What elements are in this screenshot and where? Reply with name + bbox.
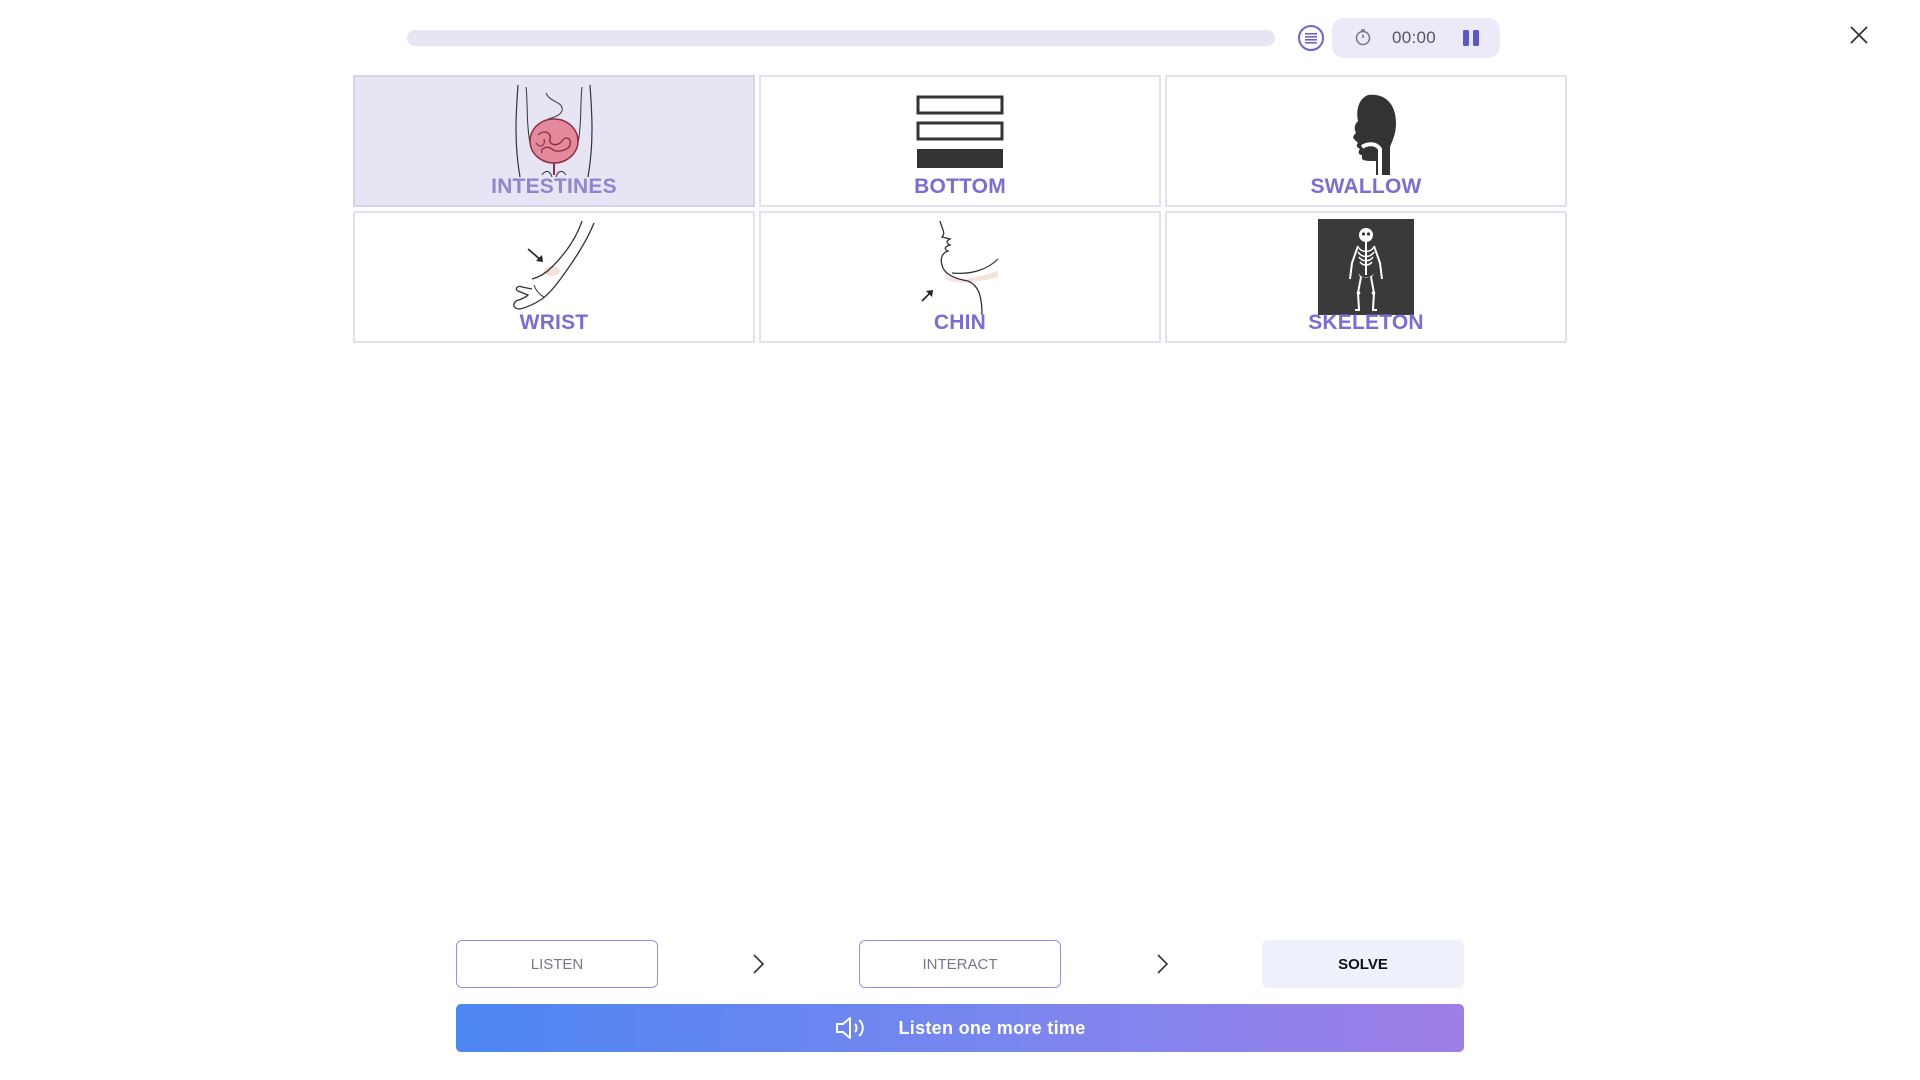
skeleton-icon: [1316, 219, 1416, 315]
pause-button[interactable]: [1460, 28, 1482, 48]
list-icon: [1305, 33, 1317, 44]
timer: 00:00: [1332, 18, 1500, 58]
card-intestines[interactable]: INTESTINES: [353, 75, 755, 207]
card-label: SKELETON: [1308, 311, 1424, 334]
card-skeleton[interactable]: SKELETON: [1165, 211, 1567, 343]
intestines-icon: [504, 83, 604, 179]
card-wrist[interactable]: WRIST: [353, 211, 755, 343]
swallow-head-icon: [1316, 83, 1416, 179]
card-label: WRIST: [519, 311, 589, 334]
card-bottom[interactable]: BOTTOM: [759, 75, 1161, 207]
chin-icon: [910, 219, 1010, 315]
bottom-bars-icon: [910, 83, 1010, 179]
close-icon[interactable]: [1846, 22, 1872, 48]
chevron-right-icon: [1157, 954, 1169, 974]
card-label: CHIN: [933, 311, 987, 334]
listen-again-label: Listen one more time: [898, 1017, 1086, 1038]
step-navigation: LISTEN INTERACT SOLVE: [456, 940, 1464, 988]
card-label: SWALLOW: [1310, 175, 1422, 198]
list-button[interactable]: [1298, 25, 1324, 51]
speaker-icon: [836, 1017, 865, 1039]
pause-icon: [1463, 30, 1469, 46]
interact-step-button[interactable]: INTERACT: [859, 940, 1061, 988]
solve-step-button[interactable]: SOLVE: [1262, 940, 1464, 988]
card-chin[interactable]: CHIN: [759, 211, 1161, 343]
answer-grid: INTESTINES BOTTOM SWALLOW WRIST CHIN SKE…: [353, 75, 1568, 343]
wrist-icon: [504, 219, 604, 315]
top-bar: 00:00: [0, 0, 1920, 80]
timer-value: 00:00: [1392, 28, 1437, 47]
progress-bar: [407, 30, 1275, 46]
listen-step-button[interactable]: LISTEN: [456, 940, 658, 988]
card-label: INTESTINES: [491, 175, 617, 198]
card-label: BOTTOM: [914, 175, 1006, 198]
listen-again-button[interactable]: Listen one more time: [456, 1004, 1464, 1052]
stopwatch-icon: [1355, 29, 1371, 46]
card-swallow[interactable]: SWALLOW: [1165, 75, 1567, 207]
chevron-right-icon: [753, 954, 765, 974]
